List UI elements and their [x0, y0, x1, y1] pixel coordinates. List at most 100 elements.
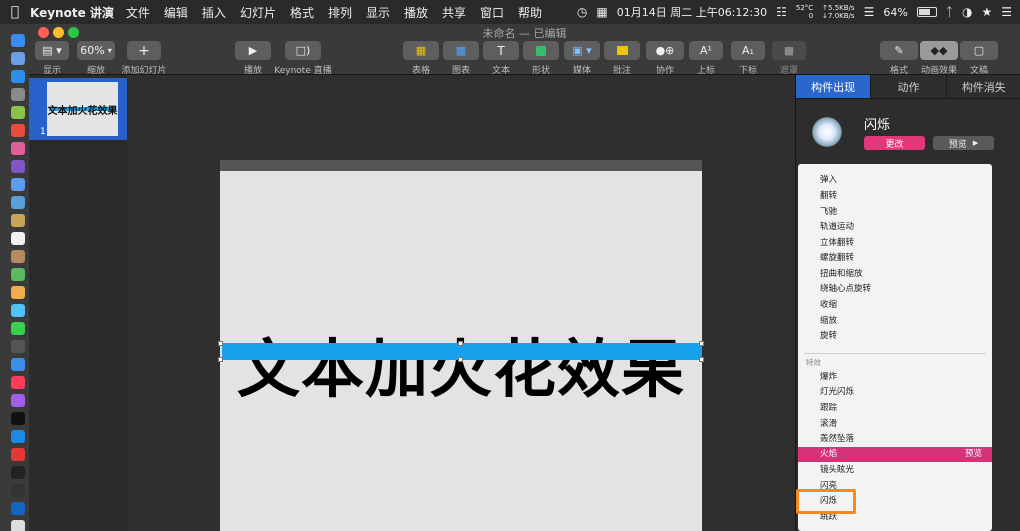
finder-icon[interactable]: [11, 34, 25, 47]
effect-item-spin[interactable]: 旋转: [798, 329, 992, 344]
activity-monitor-icon[interactable]: [11, 484, 25, 497]
effect-item-twist-scale[interactable]: 扭曲和缩放: [798, 267, 992, 282]
effect-item-preview[interactable]: 预览: [965, 447, 982, 462]
zoom-dropdown[interactable]: 60% ▾: [77, 41, 115, 60]
menu-share[interactable]: 共享: [442, 4, 466, 21]
tab-build-in[interactable]: 构件出现: [796, 75, 872, 98]
selection-handle-left-top[interactable]: [218, 341, 223, 346]
keynote-live-button[interactable]: □): [285, 41, 321, 60]
maps-icon[interactable]: [11, 268, 25, 281]
slide-thumbnail-1[interactable]: 文本加火花效果 1: [29, 78, 127, 140]
mask-button[interactable]: ■: [772, 41, 806, 60]
podcasts-icon[interactable]: [11, 394, 25, 407]
view-button[interactable]: ▤ ▾: [35, 41, 69, 60]
change-effect-button[interactable]: 更改: [864, 136, 925, 150]
menu-slide[interactable]: 幻灯片: [240, 4, 276, 21]
app-bottom-icon[interactable]: [11, 520, 25, 531]
app-store-icon[interactable]: [11, 430, 25, 443]
effect-item-pop[interactable]: 弹入: [798, 173, 992, 188]
selection-handle-center-bottom[interactable]: [458, 357, 463, 362]
menu-insert[interactable]: 插入: [202, 4, 226, 21]
table-button[interactable]: ▦: [403, 41, 439, 60]
contacts-icon[interactable]: [11, 250, 25, 263]
vpn-icon[interactable]: [11, 502, 25, 515]
media-button[interactable]: ▣ ▾: [564, 41, 600, 60]
menu-view[interactable]: 显示: [366, 4, 390, 21]
app-colorful-icon[interactable]: [11, 286, 25, 299]
apple-menu-icon[interactable]: : [0, 4, 30, 20]
safari-icon[interactable]: [11, 70, 25, 83]
text-button[interactable]: T: [483, 41, 519, 60]
menu-edit[interactable]: 编辑: [164, 4, 188, 21]
effect-item-shrink[interactable]: 收缩: [798, 298, 992, 313]
menu-help[interactable]: 帮助: [518, 4, 542, 21]
document-button[interactable]: ▢: [960, 41, 998, 60]
play-button[interactable]: ▶: [235, 41, 271, 60]
animate-button[interactable]: ◆◆: [920, 41, 958, 60]
collaborate-button[interactable]: ●⊕: [646, 41, 684, 60]
cpu-stats[interactable]: 52°C 0: [796, 4, 813, 20]
effect-item-light-flash[interactable]: 灯光闪烁: [798, 385, 992, 400]
effect-item-spiral-flip[interactable]: 螺旋翻转: [798, 251, 992, 266]
chart-button[interactable]: ▩: [443, 41, 479, 60]
music-icon[interactable]: [11, 376, 25, 389]
app-dark-icon[interactable]: [11, 340, 25, 353]
effect-item-lens-flare[interactable]: 镜头眩光: [798, 463, 992, 478]
add-slide-button[interactable]: +: [127, 41, 161, 60]
star-icon[interactable]: ★: [981, 5, 992, 19]
comment-button[interactable]: [604, 41, 640, 60]
menu-window[interactable]: 窗口: [480, 4, 504, 21]
selection-handle-center-top[interactable]: [458, 341, 463, 346]
app-blue-icon[interactable]: [11, 178, 25, 191]
effect-item-orbit[interactable]: 轨道运动: [798, 220, 992, 235]
effect-item-pivot[interactable]: 绕轴心点旋转: [798, 282, 992, 297]
selection-handle-left-bottom[interactable]: [218, 357, 223, 362]
app-purple-icon[interactable]: [11, 160, 25, 173]
shape-button[interactable]: [523, 41, 559, 60]
network-stats[interactable]: ↑5.5KB/s ↓7.0KB/s: [822, 4, 854, 20]
keynote-icon[interactable]: [11, 358, 25, 371]
preview-icon[interactable]: [11, 196, 25, 209]
battery-percent[interactable]: 64%: [883, 6, 907, 19]
menu-app-name[interactable]: Keynote 讲演: [30, 4, 114, 21]
launchpad-icon[interactable]: [11, 52, 25, 65]
time-machine-icon[interactable]: ◷: [577, 5, 587, 19]
superscript-button[interactable]: A¹: [689, 41, 723, 60]
preview-button[interactable]: 预览 ▶: [933, 136, 994, 150]
messages-icon[interactable]: [11, 322, 25, 335]
format-button[interactable]: ✎: [880, 41, 918, 60]
chrome-icon[interactable]: [11, 124, 25, 137]
menu-format[interactable]: 格式: [290, 4, 314, 21]
menu-arrange[interactable]: 排列: [328, 4, 352, 21]
effect-item-roll[interactable]: 滚滑: [798, 417, 992, 432]
calendar-app-icon[interactable]: [11, 232, 25, 245]
datetime[interactable]: 01月14日 周二 上午06:12:30: [617, 4, 767, 20]
effect-item-explode[interactable]: 爆炸: [798, 370, 992, 385]
menu-play[interactable]: 播放: [404, 4, 428, 21]
bluetooth-icon[interactable]: ᛏ: [946, 5, 953, 19]
slide[interactable]: 文本加火花效果: [220, 171, 702, 531]
tab-action[interactable]: 动作: [871, 75, 947, 98]
slide-title-text[interactable]: 文本加火花效果: [220, 319, 702, 410]
effect-item-flip[interactable]: 翻转: [798, 189, 992, 204]
photos-icon[interactable]: [11, 142, 25, 155]
wifi-icon[interactable]: ☰: [864, 5, 875, 19]
notification-icon[interactable]: ◑: [962, 5, 972, 19]
tab-build-out[interactable]: 构件消失: [947, 75, 1020, 98]
app-cyan-icon[interactable]: [11, 304, 25, 317]
effect-item-fly[interactable]: 飞驰: [798, 205, 992, 220]
selection-handle-right-top[interactable]: [699, 341, 704, 346]
menu-file[interactable]: 文件: [126, 4, 150, 21]
effect-item-track[interactable]: 跟踪: [798, 401, 992, 416]
rocket-icon[interactable]: [11, 88, 25, 101]
control-center-icon[interactable]: ☰: [1001, 5, 1012, 19]
effect-item-crash[interactable]: 轰然坠落: [798, 432, 992, 447]
battery-icon[interactable]: [916, 7, 937, 17]
vivaldi-icon[interactable]: [11, 448, 25, 461]
android-icon[interactable]: [11, 106, 25, 119]
notes-icon[interactable]: [11, 214, 25, 227]
effect-item-cube-flip[interactable]: 立体翻转: [798, 236, 992, 251]
effect-item-flame[interactable]: 火焰 预览: [798, 447, 992, 462]
subscript-button[interactable]: A₁: [731, 41, 765, 60]
effect-item-scale[interactable]: 缩放: [798, 314, 992, 329]
